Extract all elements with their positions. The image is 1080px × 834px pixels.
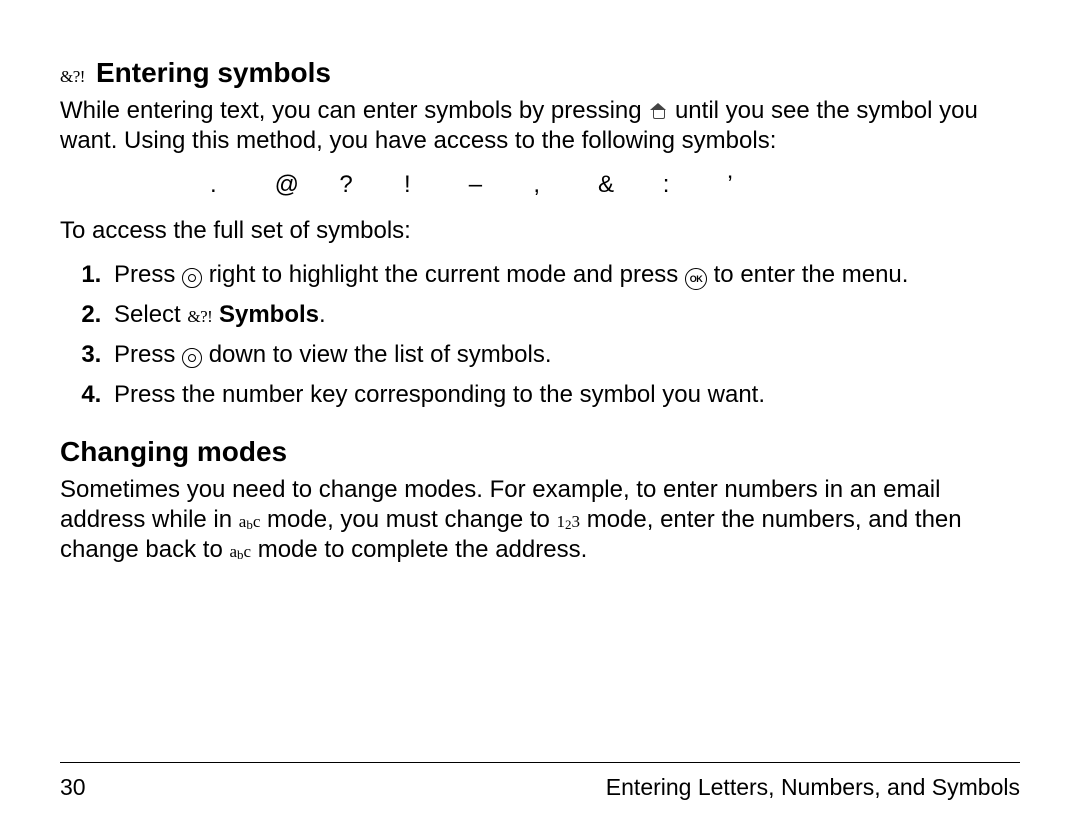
symbol-period: . [210, 170, 268, 200]
symbol-apos: ’ [727, 170, 785, 200]
symbol-comma: , [533, 170, 591, 200]
available-symbols-row: . @ ? ! – , & : ’ [210, 170, 1020, 200]
step1-text-b: right to highlight the current mode and … [209, 261, 685, 288]
step4-text: Press the number key corresponding to th… [114, 381, 765, 408]
symbols-mode-icon: &?! [60, 66, 85, 87]
step-4: Press the number key corresponding to th… [108, 380, 1020, 410]
step-3: Press down to view the list of symbols. [108, 340, 1020, 370]
intro-text-a: While entering text, you can enter symbo… [60, 97, 648, 124]
symbol-exclaim: ! [404, 170, 462, 200]
abc-mode-icon: abc [229, 542, 251, 561]
section-heading-entering-symbols: Entering symbols [96, 55, 331, 90]
step-1: Press right to highlight the current mod… [108, 260, 1020, 290]
access-full-set-line: To access the full set of symbols: [60, 216, 1020, 246]
step2-symbols-label: Symbols [219, 301, 319, 328]
page-number: 30 [60, 773, 86, 802]
ok-key-icon: OK [685, 268, 707, 290]
steps-list: Press right to highlight the current mod… [60, 260, 1020, 410]
back-key-icon [648, 103, 668, 119]
symbol-dash: – [469, 170, 527, 200]
chapter-title: Entering Letters, Numbers, and Symbols [606, 773, 1020, 802]
changing-modes-paragraph: Sometimes you need to change modes. For … [60, 475, 1020, 565]
step-2: Select &?! Symbols. [108, 300, 1020, 330]
abc-mode-icon: abc [239, 512, 261, 531]
numeric-mode-icon: 123 [557, 512, 581, 531]
symbol-at: @ [275, 170, 333, 200]
step3-text-b: down to view the list of symbols. [209, 341, 552, 368]
symbol-question: ? [339, 170, 397, 200]
nav-key-icon [182, 348, 202, 368]
step2-text-c: . [319, 301, 326, 328]
step3-text-a: Press [114, 341, 182, 368]
step1-text-a: Press [114, 261, 182, 288]
symbols-mode-icon: &?! [187, 307, 212, 326]
intro-paragraph: While entering text, you can enter symbo… [60, 96, 1020, 156]
section-heading-changing-modes: Changing modes [60, 434, 1020, 469]
nav-key-icon [182, 268, 202, 288]
cm-text-d: mode to complete the address. [258, 536, 588, 563]
step1-text-c: to enter the menu. [714, 261, 909, 288]
cm-text-b: mode, you must change to [267, 506, 557, 533]
symbol-ampersand: & [598, 170, 656, 200]
page-footer: 30 Entering Letters, Numbers, and Symbol… [60, 762, 1020, 802]
step2-text-a: Select [114, 301, 187, 328]
symbol-colon: : [663, 170, 721, 200]
